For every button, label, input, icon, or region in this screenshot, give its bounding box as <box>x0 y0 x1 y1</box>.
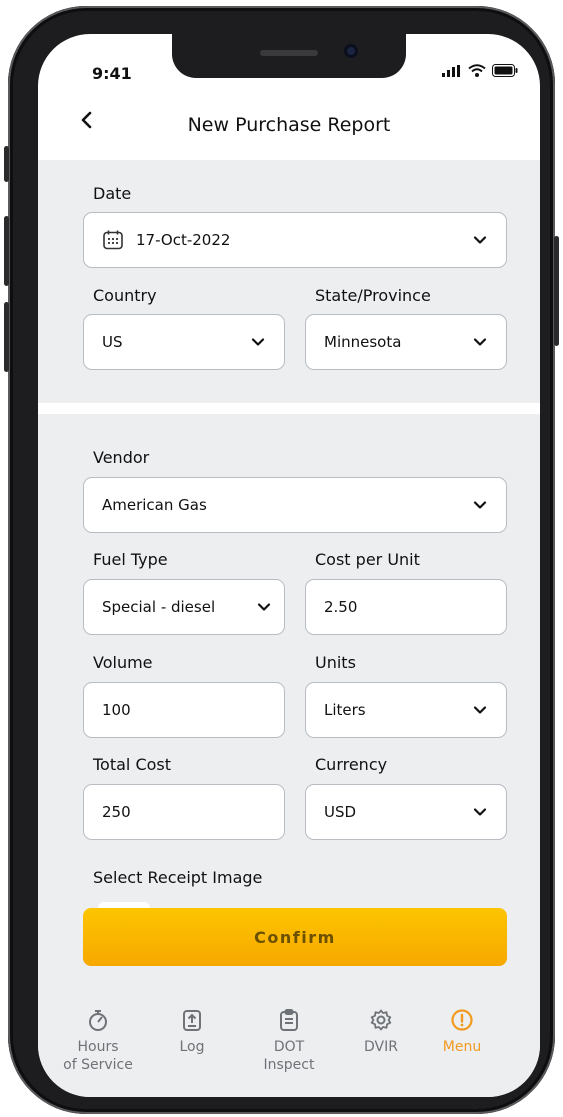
tab-log[interactable]: Log <box>152 1008 232 1056</box>
tab-dot-inspect[interactable]: DOT Inspect <box>249 1008 329 1074</box>
notch <box>172 34 406 78</box>
fuel-type-label: Fuel Type <box>93 550 168 569</box>
vendor-value: American Gas <box>102 496 207 514</box>
clipboard-icon <box>280 1009 298 1031</box>
total-cost-label: Total Cost <box>93 755 172 774</box>
date-label: Date <box>93 184 132 203</box>
receipt-label: Select Receipt Image <box>93 868 263 887</box>
signal-icon <box>442 64 460 77</box>
fuel-type-select[interactable]: Special - diesel <box>83 579 285 635</box>
phone-frame: 9:41 New Purchase Report Date 17-Oct-202… <box>4 6 559 1114</box>
chevron-down-icon <box>257 603 271 611</box>
stopwatch-icon <box>89 1010 107 1031</box>
mute-switch <box>4 146 9 182</box>
vendor-select[interactable]: American Gas <box>83 477 507 533</box>
country-select[interactable]: US <box>83 314 285 370</box>
chevron-down-icon <box>251 338 265 346</box>
tab-label: DOT Inspect <box>263 1039 315 1073</box>
volume-input[interactable]: 100 <box>83 682 285 738</box>
country-value: US <box>102 333 123 351</box>
volume-down-button <box>4 302 9 372</box>
units-label: Units <box>315 653 356 672</box>
battery-icon <box>492 64 518 77</box>
state-value: Minnesota <box>324 333 402 351</box>
screen: 9:41 New Purchase Report Date 17-Oct-202… <box>38 34 540 1097</box>
total-cost-value: 250 <box>102 803 131 821</box>
fuel-type-value: Special - diesel <box>102 598 216 616</box>
currency-label: Currency <box>315 755 388 774</box>
tab-label: Hours of Service <box>63 1039 133 1073</box>
chevron-down-icon <box>473 808 487 816</box>
location-section: Date 17-Oct-2022 Country US State/Provin… <box>38 160 540 403</box>
power-button <box>554 236 559 346</box>
tab-label: DVIR <box>364 1039 398 1055</box>
cost-per-unit-value: 2.50 <box>324 598 358 616</box>
volume-up-button <box>4 216 9 286</box>
state-select[interactable]: Minnesota <box>305 314 507 370</box>
cost-per-unit-label: Cost per Unit <box>315 550 420 569</box>
currency-value: USD <box>324 803 357 821</box>
tab-menu[interactable]: Menu <box>422 1008 502 1056</box>
volume-value: 100 <box>102 701 131 719</box>
units-value: Liters <box>324 701 366 719</box>
speaker <box>260 50 318 56</box>
status-time: 9:41 <box>92 64 132 83</box>
vendor-label: Vendor <box>93 448 150 467</box>
chevron-down-icon <box>473 706 487 714</box>
country-label: Country <box>93 286 157 305</box>
units-select[interactable]: Liters <box>305 682 507 738</box>
date-value: 17-Oct-2022 <box>136 231 231 249</box>
chevron-down-icon <box>473 236 487 244</box>
calendar-icon <box>103 230 123 250</box>
confirm-button[interactable]: Confirm <box>83 908 507 966</box>
tab-label: Log <box>179 1039 205 1055</box>
info-circle-icon <box>451 1009 473 1031</box>
volume-label: Volume <box>93 653 153 672</box>
status-icons <box>442 64 518 77</box>
bottom-tab-bar: Hours of Service Log DOT Inspect DVIR Me… <box>38 986 540 1097</box>
tab-dvir[interactable]: DVIR <box>341 1008 421 1056</box>
currency-select[interactable]: USD <box>305 784 507 840</box>
page-title: New Purchase Report <box>187 114 391 136</box>
tab-hours-of-service[interactable]: Hours of Service <box>58 1008 138 1074</box>
purchase-section: Vendor American Gas Fuel Type Special - … <box>38 414 540 986</box>
upload-doc-icon <box>183 1010 201 1031</box>
chevron-down-icon <box>473 501 487 509</box>
app-header: New Purchase Report <box>38 98 540 160</box>
tab-label: Menu <box>442 1039 482 1055</box>
wifi-icon <box>468 64 486 77</box>
cost-per-unit-input[interactable]: 2.50 <box>305 579 507 635</box>
chevron-down-icon <box>473 338 487 346</box>
total-cost-input[interactable]: 250 <box>83 784 285 840</box>
state-label: State/Province <box>315 286 431 305</box>
gear-icon <box>370 1009 392 1031</box>
date-select[interactable]: 17-Oct-2022 <box>83 212 507 268</box>
front-camera <box>344 44 358 58</box>
